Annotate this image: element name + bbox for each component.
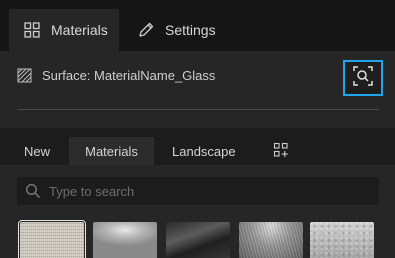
divider (17, 109, 379, 110)
tab-materials[interactable]: Materials (9, 9, 119, 51)
search-icon (25, 183, 41, 199)
material-thumbnail-concrete[interactable] (310, 222, 374, 258)
tab-new[interactable]: New (24, 137, 50, 165)
material-picker-button[interactable] (343, 60, 383, 96)
material-thumbnail-fabric[interactable] (18, 220, 86, 258)
material-thumbnail-brushed-metal[interactable] (239, 222, 303, 258)
search-input[interactable] (49, 183, 349, 199)
surface-label: Surface: MaterialName_Glass (42, 68, 216, 83)
grid-icon (23, 21, 41, 39)
tab-materials-label: Materials (51, 22, 108, 38)
hatch-icon (17, 68, 32, 83)
material-thumbnail-dark-metal[interactable] (166, 222, 230, 258)
add-library-button[interactable] (273, 137, 291, 165)
material-thumbnail-brushed-gray[interactable] (93, 222, 157, 258)
grid-plus-icon (273, 142, 289, 161)
search-focus-icon (352, 65, 374, 92)
library-tab-bar: New Materials Landscape (0, 128, 395, 165)
tab-settings-label: Settings (165, 22, 216, 38)
tab-settings[interactable]: Settings (127, 9, 247, 51)
surface-info: Surface: MaterialName_Glass (17, 68, 215, 83)
surface-panel: Surface: MaterialName_Glass (0, 51, 395, 128)
top-tab-bar: Materials Settings (0, 0, 395, 51)
search-field[interactable] (17, 177, 379, 205)
tab-landscape[interactable]: Landscape (172, 137, 236, 165)
pencil-icon (137, 21, 155, 39)
tab-library-materials[interactable]: Materials (69, 137, 154, 165)
